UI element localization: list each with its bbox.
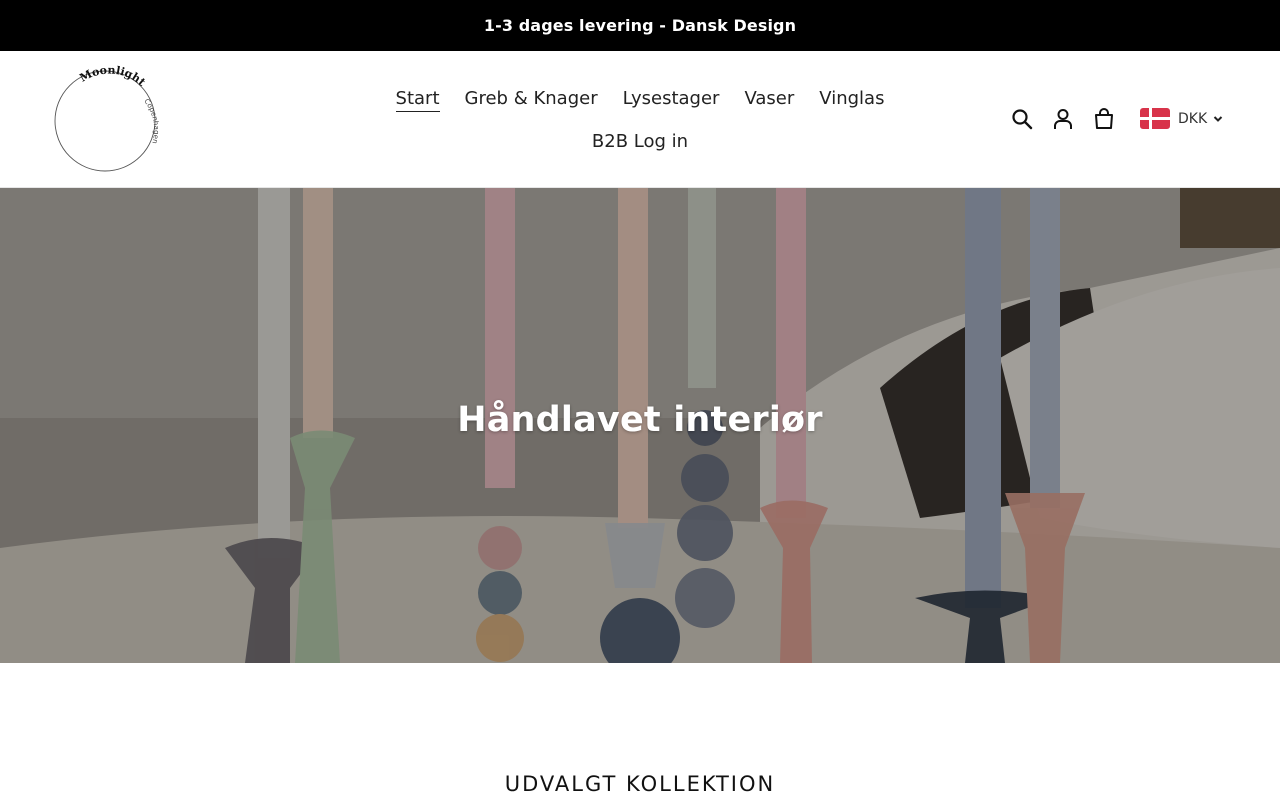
store-logo[interactable]: Moonlight Copenhagen — [52, 63, 162, 175]
nav-item-greb-knager[interactable]: Greb & Knager — [465, 87, 598, 112]
denmark-flag-icon — [1140, 108, 1170, 129]
announcement-bar: 1-3 dages levering - Dansk Design — [0, 0, 1280, 51]
header-icons — [1010, 107, 1116, 131]
announcement-text: 1-3 dages levering - Dansk Design — [483, 16, 797, 35]
cart-icon[interactable] — [1092, 107, 1116, 131]
search-icon[interactable] — [1010, 107, 1034, 131]
hero-title: Håndlavet interiør — [457, 400, 823, 440]
main-nav: Start Greb & Knager Lysestager Vaser Vin… — [390, 87, 890, 154]
nav-item-vaser[interactable]: Vaser — [744, 87, 794, 112]
logo-text-right: Copenhagen — [142, 97, 160, 144]
chevron-down-icon — [1213, 115, 1223, 122]
hero-banner: Håndlavet interiør — [0, 188, 1280, 663]
nav-item-b2b-login[interactable]: B2B Log in — [592, 130, 688, 154]
currency-selector[interactable]: DKK — [1140, 108, 1223, 129]
nav-item-vinglas[interactable]: Vinglas — [819, 87, 884, 112]
svg-text:Copenhagen: Copenhagen — [142, 97, 160, 144]
site-header: Moonlight Copenhagen Start Greb & Knager… — [0, 51, 1280, 188]
logo-mark: Moonlight Copenhagen — [54, 63, 160, 172]
nav-item-lysestager[interactable]: Lysestager — [623, 87, 720, 112]
nav-item-start[interactable]: Start — [395, 87, 440, 112]
featured-collection-title: UDVALGT KOLLEKTION — [504, 772, 776, 796]
account-icon[interactable] — [1051, 107, 1075, 131]
svg-text:Moonlight: Moonlight — [77, 65, 148, 89]
logo-text-top: Moonlight — [77, 63, 148, 89]
currency-code: DKK — [1178, 110, 1208, 127]
